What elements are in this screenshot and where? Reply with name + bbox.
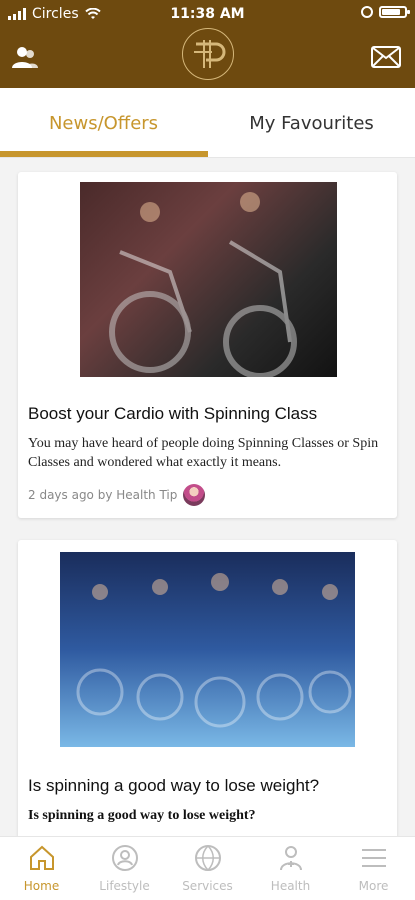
- article-meta-text: 2 days ago by Health Tip: [28, 488, 178, 502]
- home-icon: [29, 845, 54, 870]
- profile-icon: [12, 47, 38, 68]
- active-tab-indicator: [0, 151, 208, 157]
- status-right: [361, 6, 410, 18]
- lifestyle-icon: [111, 845, 138, 871]
- nav-health[interactable]: Health: [249, 843, 332, 899]
- nav-lifestyle-label: Lifestyle: [99, 879, 150, 893]
- logo-icon: [194, 40, 226, 68]
- nav-health-label: Health: [270, 879, 311, 893]
- article-image: [80, 182, 337, 377]
- spinning-class-photo: [109, 192, 297, 377]
- nav-lifestyle[interactable]: Lifestyle: [83, 843, 166, 899]
- status-bar: Circles 11:38 AM: [0, 0, 415, 30]
- bottom-navigation: Home Lifestyle Services Health More: [0, 836, 415, 900]
- nav-more-label: More: [358, 879, 389, 893]
- article-image: [60, 552, 355, 747]
- mail-button[interactable]: [369, 40, 403, 74]
- mail-icon: [371, 46, 401, 68]
- article-title[interactable]: Boost your Cardio with Spinning Class: [28, 404, 317, 424]
- status-time: 11:38 AM: [170, 6, 245, 22]
- health-icon: [279, 846, 302, 871]
- article-description: You may have heard of people doing Spinn…: [28, 436, 379, 470]
- tab-bar: News/Offers My Favourites: [0, 88, 415, 158]
- nav-home[interactable]: Home: [0, 843, 83, 899]
- author-avatar: [183, 484, 206, 506]
- article-description: Is spinning a good way to lose weight?: [28, 808, 256, 823]
- tab-my-favourites[interactable]: My Favourites: [208, 88, 415, 158]
- spin-class-photo: [76, 573, 352, 728]
- app-header: Circles 11:38 AM: [0, 0, 415, 88]
- nav-services[interactable]: Services: [166, 843, 249, 899]
- services-icon: [194, 845, 221, 871]
- article-meta: 2 days ago by Health Tip: [28, 484, 206, 506]
- brand-logo[interactable]: [182, 28, 234, 80]
- battery-icon: [379, 6, 410, 18]
- tab-news-offers[interactable]: News/Offers: [0, 88, 207, 158]
- feed-card[interactable]: Boost your Cardio with Spinning Class Yo…: [18, 172, 397, 518]
- profile-button[interactable]: [8, 40, 42, 74]
- article-title[interactable]: Is spinning a good way to lose weight?: [28, 776, 319, 796]
- nav-home-label: Home: [23, 879, 60, 893]
- menu-icon: [361, 849, 386, 867]
- feed-card[interactable]: Is spinning a good way to lose weight? I…: [18, 540, 397, 840]
- nav-more[interactable]: More: [332, 843, 415, 899]
- nav-services-label: Services: [182, 879, 233, 893]
- orientation-lock-icon: [361, 6, 373, 18]
